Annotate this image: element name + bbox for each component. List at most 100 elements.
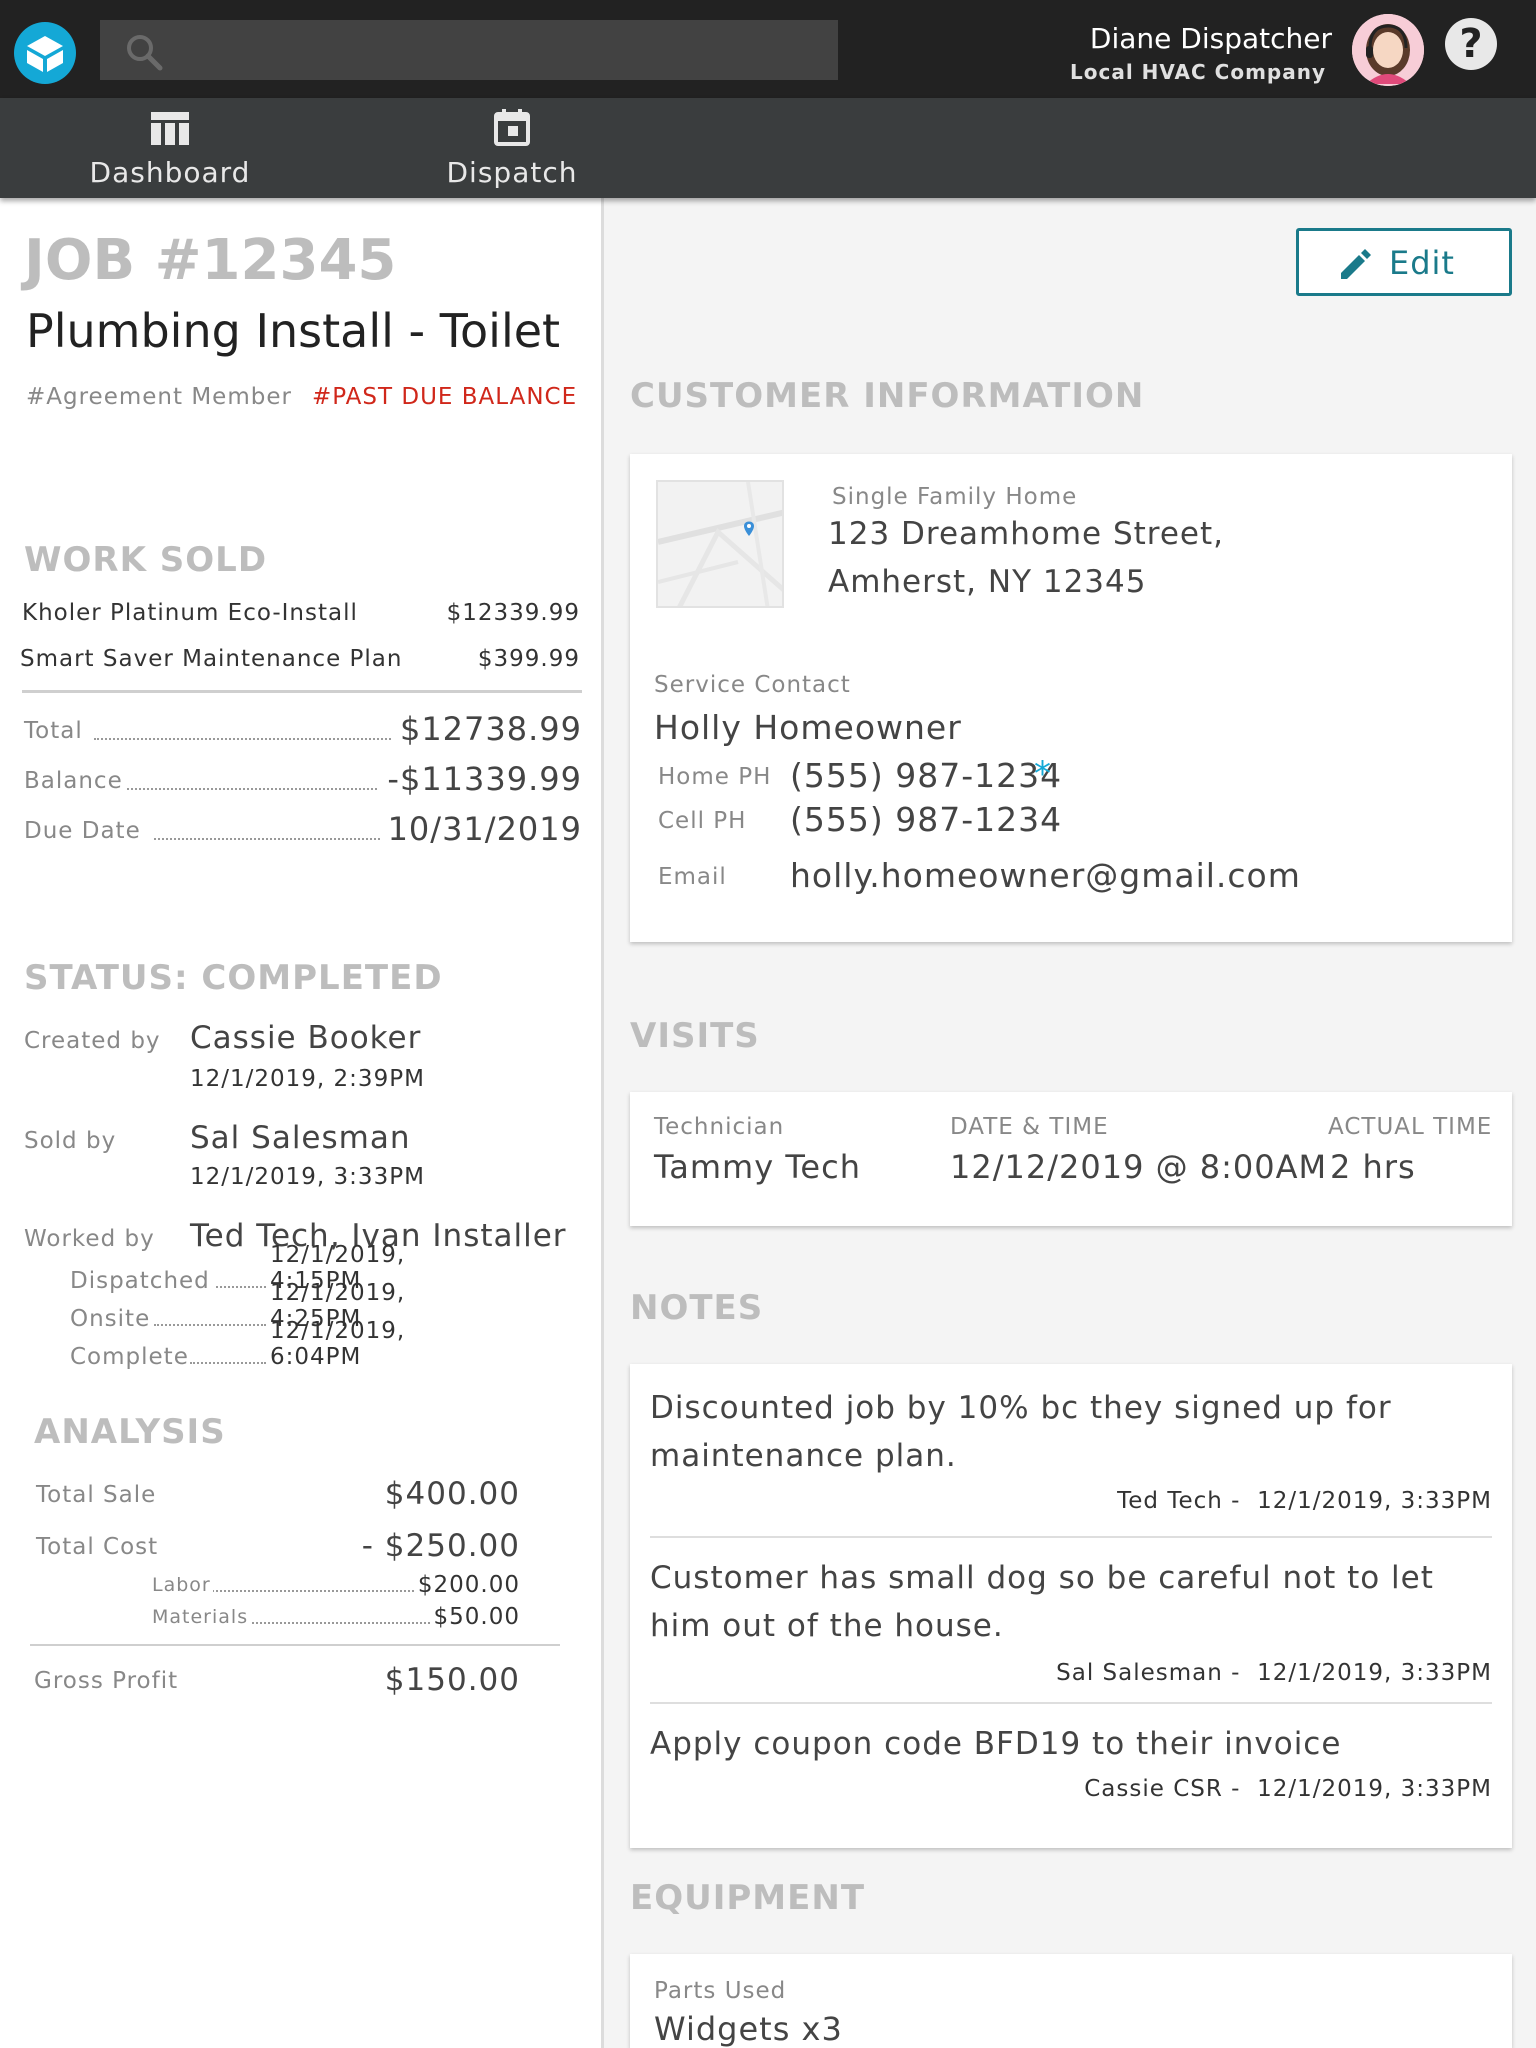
- due-date-value: 10/31/2019: [379, 810, 582, 848]
- total-sale-row: Total Sale $400.00: [36, 1468, 520, 1512]
- note-item: Discounted job by 10% bc they signed up …: [650, 1384, 1492, 1524]
- tab-dispatch[interactable]: Dispatch: [392, 98, 632, 198]
- note-item: Customer has small dog so be careful not…: [650, 1554, 1492, 1694]
- materials-value: $50.00: [431, 1604, 520, 1630]
- total-row: Total $12738.99: [24, 708, 582, 748]
- user-name: Diane Dispatcher: [1089, 22, 1332, 55]
- dot-leader: [248, 1622, 462, 1624]
- status-heading: STATUS: COMPLETED: [24, 958, 443, 998]
- user-company: Local HVAC Company: [1070, 60, 1326, 84]
- cell-phone-value[interactable]: (555) 987-1234: [790, 800, 1062, 839]
- analysis-heading: ANALYSIS: [34, 1412, 226, 1452]
- service-contact-name: Holly Homeowner: [654, 708, 962, 747]
- job-title: Plumbing Install - Toilet: [26, 304, 561, 358]
- customer-info-heading: CUSTOMER INFORMATION: [630, 376, 1145, 416]
- tag-agreement-member[interactable]: #Agreement Member: [26, 384, 292, 410]
- calendar-icon: [494, 109, 530, 146]
- dot-leader: [190, 1362, 266, 1364]
- sold-by-label: Sold by: [24, 1128, 117, 1154]
- divider: [650, 1702, 1492, 1704]
- balance-label: Balance: [24, 768, 127, 794]
- due-date-label: Due Date: [24, 818, 145, 844]
- status-step-row: Complete 12/1/2019, 6:04PM: [70, 1318, 500, 1372]
- note-meta: Ted Tech - 12/1/2019, 3:33PM: [1117, 1488, 1492, 1514]
- date-time-value: 12/12/2019 @ 8:00AM: [950, 1148, 1328, 1186]
- note-time: 12/1/2019, 3:33PM: [1257, 1776, 1492, 1802]
- created-by-label: Created by: [24, 1028, 161, 1054]
- note-time: 12/1/2019, 3:33PM: [1257, 1488, 1492, 1514]
- avatar[interactable]: [1352, 14, 1424, 86]
- actual-time-label: ACTUAL TIME: [1328, 1114, 1493, 1140]
- status-step-label: Complete: [70, 1344, 189, 1370]
- total-cost-row: Total Cost - $250.00: [36, 1520, 520, 1564]
- work-sold-item-name: Smart Saver Maintenance Plan: [20, 646, 403, 672]
- parts-used-label: Parts Used: [654, 1978, 787, 2004]
- help-icon[interactable]: ?: [1445, 18, 1497, 70]
- edit-button[interactable]: Edit: [1296, 228, 1512, 296]
- sold-by-name: Sal Salesman: [190, 1120, 411, 1156]
- map-thumbnail[interactable]: [656, 480, 784, 608]
- customer-info-card: Single Family Home 123 Dreamhome Street,…: [630, 454, 1512, 942]
- divider: [30, 1644, 560, 1646]
- note-item: Apply coupon code BFD19 to their invoice…: [650, 1720, 1492, 1810]
- visits-heading: VISITS: [630, 1016, 760, 1056]
- note-text: Apply coupon code BFD19 to their invoice: [650, 1726, 1342, 1762]
- visit-card[interactable]: Technician Tammy Tech DATE & TIME 12/12/…: [630, 1092, 1512, 1226]
- equipment-heading: EQUIPMENT: [630, 1878, 866, 1918]
- note-author: Ted Tech -: [1117, 1488, 1241, 1514]
- tab-dashboard[interactable]: Dashboard: [50, 98, 290, 198]
- gross-profit-label: Gross Profit: [34, 1668, 179, 1694]
- labor-label: Labor: [152, 1574, 213, 1596]
- total-cost-value: - $250.00: [361, 1528, 520, 1564]
- email-value[interactable]: holly.homeowner@gmail.com: [790, 856, 1301, 895]
- notes-card: Discounted job by 10% bc they signed up …: [630, 1364, 1512, 1848]
- parts-used-value: Widgets x3: [654, 2010, 843, 2048]
- home-phone-value[interactable]: (555) 987-1234: [790, 756, 1062, 795]
- note-text: Discounted job by 10% bc they signed up …: [650, 1390, 1392, 1474]
- pencil-icon: [1341, 249, 1371, 279]
- created-by-time: 12/1/2019, 2:39PM: [190, 1066, 425, 1092]
- address-line-1: 123 Dreamhome Street,: [828, 516, 1225, 552]
- total-cost-label: Total Cost: [36, 1534, 159, 1560]
- primary-phone-marker: *: [1034, 754, 1051, 794]
- dashboard-icon: [151, 112, 189, 145]
- dot-leader: [216, 1286, 266, 1288]
- date-time-label: DATE & TIME: [950, 1114, 1109, 1140]
- status-step-label: Onsite: [70, 1306, 151, 1332]
- search-input[interactable]: [100, 20, 838, 80]
- equipment-card: Parts Used Widgets x3: [630, 1954, 1512, 2048]
- home-phone-label: Home PH: [658, 764, 772, 790]
- note-text: Customer has small dog so be careful not…: [650, 1560, 1434, 1644]
- company-logo-icon[interactable]: [14, 22, 76, 84]
- work-sold-item-name: Kholer Platinum Eco-Install: [22, 600, 358, 626]
- dot-leader: [154, 838, 404, 840]
- total-value: $12738.99: [391, 710, 582, 748]
- tag-past-due-balance[interactable]: #PAST DUE BALANCE: [312, 384, 577, 410]
- service-contact-label: Service Contact: [654, 672, 851, 698]
- dot-leader: [94, 738, 414, 740]
- due-date-row: Due Date 10/31/2019: [24, 808, 582, 848]
- note-time: 12/1/2019, 3:33PM: [1257, 1660, 1492, 1686]
- email-label: Email: [658, 864, 727, 890]
- balance-value: -$11339.99: [379, 760, 582, 798]
- total-sale-label: Total Sale: [36, 1482, 157, 1508]
- technician-value: Tammy Tech: [654, 1148, 861, 1186]
- divider: [22, 690, 582, 693]
- divider: [650, 1536, 1492, 1538]
- total-label: Total: [24, 718, 87, 744]
- note-author: Sal Salesman -: [1056, 1660, 1241, 1686]
- work-sold-item-amount: $399.99: [477, 646, 580, 672]
- search-icon: [127, 35, 163, 71]
- labor-value: $200.00: [415, 1572, 520, 1598]
- job-number: JOB #12345: [24, 228, 397, 293]
- address-line-2: Amherst, NY 12345: [828, 564, 1147, 600]
- status-step-time: 12/1/2019, 6:04PM: [270, 1318, 406, 1370]
- technician-label: Technician: [654, 1114, 785, 1140]
- nav-bar: Dashboard Dispatch: [0, 98, 1536, 198]
- edit-button-label: Edit: [1389, 244, 1455, 282]
- dot-leader: [124, 788, 404, 790]
- status-step-label: Dispatched: [70, 1268, 210, 1294]
- work-sold-item-amount: $12339.99: [446, 600, 580, 626]
- tab-dispatch-label: Dispatch: [446, 156, 578, 189]
- total-sale-value: $400.00: [384, 1476, 520, 1512]
